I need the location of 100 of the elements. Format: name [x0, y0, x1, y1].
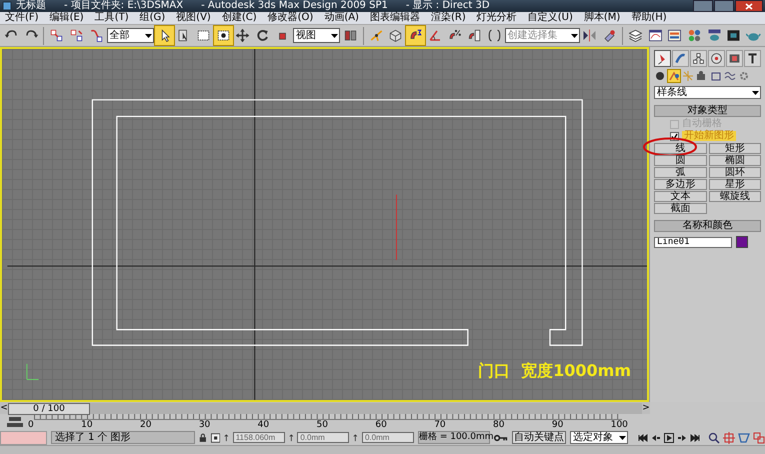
object-type-button[interactable]: 圆环	[708, 167, 761, 178]
zoom-extents-all-icon[interactable]	[753, 432, 765, 444]
display-icon	[728, 52, 741, 65]
name-field[interactable]: Line01	[654, 236, 732, 248]
previous-frame-button[interactable]: <	[0, 403, 8, 413]
z-axis-icon	[353, 432, 358, 442]
toolbar-button[interactable]	[406, 26, 425, 45]
rollout-header[interactable]: 名称和颜色	[654, 220, 761, 232]
object-type-button[interactable]: 线	[654, 143, 706, 154]
time-slider-thumb[interactable]: 0 / 100	[8, 402, 90, 414]
viewport[interactable]: 门口 宽度1000mm	[0, 47, 649, 402]
x-coordinate-field[interactable]: 1158.060m	[232, 432, 285, 443]
layers-icon	[628, 28, 643, 43]
category-button[interactable]	[710, 70, 722, 82]
script-listener-field[interactable]	[0, 430, 47, 444]
object-type-button[interactable]: 多边形	[654, 179, 706, 190]
play-icon[interactable]	[664, 432, 674, 442]
minimize-button[interactable]	[693, 0, 713, 12]
object-type-button[interactable]: 矩形	[708, 143, 761, 154]
menu-item[interactable]: 自定义(U)	[528, 12, 573, 24]
menu-item[interactable]: 帮助(H)	[631, 12, 667, 24]
zoom-all-icon[interactable]	[723, 432, 736, 444]
helper-icon	[710, 70, 722, 82]
auto-key-button[interactable]: 自动关键点	[512, 431, 566, 444]
next-frame-icon[interactable]	[677, 432, 688, 442]
panel-tab[interactable]	[690, 50, 707, 67]
caret-icon	[618, 433, 628, 442]
panel-tab[interactable]	[744, 50, 761, 67]
display-driver: - 显示 : Direct 3D	[406, 0, 490, 12]
type-dropdown[interactable]: 样条线	[654, 86, 761, 99]
menu-item[interactable]: 工具(T)	[94, 12, 129, 24]
frame-number: 40	[258, 420, 270, 430]
category-button[interactable]	[696, 70, 708, 82]
go-to-start-icon[interactable]	[638, 432, 648, 442]
app-name: - Autodesk 3ds Max Design 2009 SP1	[201, 0, 388, 12]
go-to-end-icon[interactable]	[690, 432, 700, 442]
object-type-button[interactable]: 螺旋线	[708, 191, 761, 202]
app-icon	[2, 1, 12, 11]
category-button[interactable]	[668, 70, 680, 82]
menu-item[interactable]: 编辑(E)	[50, 12, 84, 24]
time-slider-track[interactable]: < 0 / 100 >	[0, 402, 650, 414]
object-type-button[interactable]: 弧	[654, 167, 706, 178]
frame-number: 50	[316, 420, 328, 430]
close-button[interactable]	[735, 0, 763, 12]
next-frame-button[interactable]: >	[642, 403, 650, 413]
toolbar-dropdown[interactable]: 视图	[292, 28, 340, 43]
key-icon[interactable]	[494, 432, 508, 442]
category-button[interactable]	[724, 70, 736, 82]
caret-icon	[751, 88, 760, 97]
frame-number: 80	[493, 420, 504, 430]
caret-icon	[144, 31, 153, 40]
object-type-button[interactable]: 文本	[654, 191, 706, 202]
panel-tab[interactable]	[654, 50, 671, 67]
maximize-button[interactable]	[714, 0, 734, 12]
panel-tab[interactable]	[726, 50, 743, 67]
frame-number: 0	[28, 420, 34, 430]
object-type-button[interactable]: 星形	[708, 179, 761, 190]
menu-item[interactable]: 视图(V)	[176, 12, 211, 24]
schematic-icon	[667, 28, 682, 43]
object-type-button[interactable]: 椭圆	[708, 155, 761, 166]
object-type-button[interactable]: 圆	[654, 155, 706, 166]
color-swatch[interactable]	[736, 236, 748, 248]
zoom-extents-icon[interactable]	[738, 432, 750, 444]
toolbar-button[interactable]	[154, 26, 174, 45]
timeline-ruler[interactable]: 0 10 20 30 40 50 60 70 80 90 100	[28, 414, 628, 430]
light-icon	[682, 70, 694, 82]
mirror-icon	[582, 28, 598, 43]
menu-item[interactable]: 脚本(M)	[584, 12, 620, 24]
menu-item[interactable]: 动画(A)	[324, 12, 359, 24]
z-coordinate-field[interactable]: 0.0mm	[362, 432, 414, 443]
y-coordinate-field[interactable]: 0.0mm	[297, 432, 350, 443]
pivot-icon	[342, 28, 358, 43]
menu-item[interactable]: 修改器(O)	[268, 12, 314, 24]
material-editor-icon	[686, 28, 702, 43]
frame-number: 90	[552, 420, 564, 430]
zoom-icon[interactable]	[708, 432, 720, 444]
lock-icon[interactable]	[199, 432, 207, 444]
caret-icon	[570, 31, 579, 40]
frame-number: 30	[198, 420, 210, 430]
menu-item[interactable]: 灯光分析	[476, 12, 517, 24]
menu-item[interactable]: 组(G)	[140, 12, 166, 24]
menu-item[interactable]: 创建(C)	[222, 12, 257, 24]
category-button[interactable]	[654, 70, 666, 82]
rollout-header[interactable]: 对象类型	[654, 105, 761, 117]
status-prompt: 选择了 1 个 图形	[50, 431, 196, 444]
wave-icon	[724, 70, 736, 82]
toolbar-dropdown[interactable]: 全部	[106, 28, 154, 43]
toolbar-dropdown[interactable]: 创建选择集	[504, 28, 580, 43]
object-type-button[interactable]: 截面	[654, 203, 706, 214]
gear-icon	[738, 70, 750, 82]
hammer-icon	[746, 52, 759, 65]
key-mode-dropdown[interactable]: 选定对象	[570, 431, 628, 444]
panel-tab[interactable]	[708, 50, 725, 67]
previous-frame-icon[interactable]	[651, 432, 662, 442]
toolbar-button[interactable]	[214, 26, 233, 45]
menu-item[interactable]: 图表编辑器	[370, 12, 420, 24]
menu-item[interactable]: 渲染(R)	[430, 12, 466, 24]
menu-item[interactable]: 文件(F)	[5, 12, 39, 24]
frame-number: 70	[434, 420, 446, 430]
close-icon	[745, 2, 753, 10]
